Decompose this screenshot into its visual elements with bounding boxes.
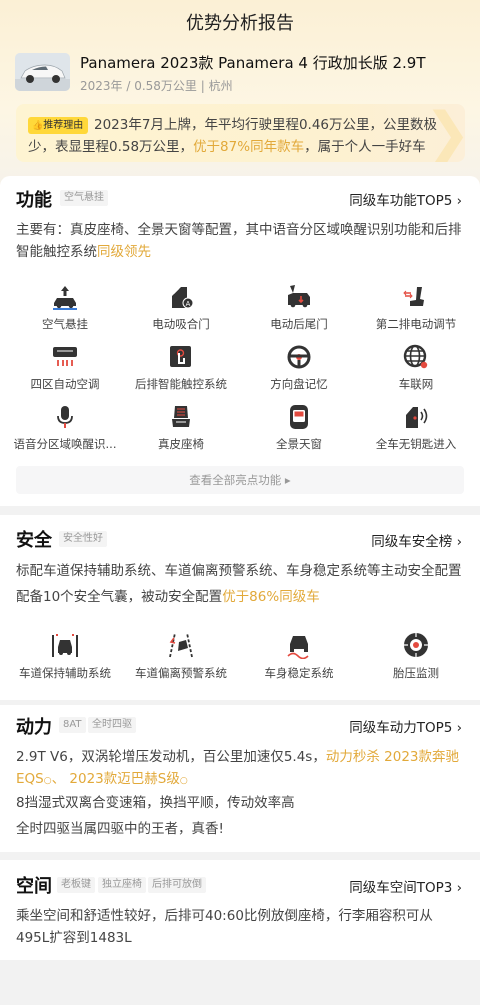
power-tailgate-icon [288, 285, 310, 308]
feature-item[interactable]: 全车无钥匙进入 [356, 404, 476, 452]
power-title: 动力 [16, 717, 52, 738]
feature-item[interactable]: 胎压监测 [356, 631, 476, 681]
safety-desc-2: 配备10个安全气囊，被动安全配置优于86%同级车 [16, 589, 320, 605]
sunroof-icon [290, 405, 308, 429]
lane-keep-icon [52, 634, 78, 657]
space-desc: 乘坐空间和舒适性较好，后排可40:60比例放倒座椅，行李厢容积可从495L扩容到… [16, 908, 433, 946]
air-suspension-icon [53, 286, 77, 310]
power-rank-link[interactable]: 同级车动力TOP5 › [349, 716, 462, 736]
lane-departure-icon [169, 632, 193, 658]
space-tag: 老板键 [57, 877, 95, 893]
page-title: 优势分析报告 [186, 13, 294, 34]
safety-desc-1: 标配车道保持辅助系统、车道偏离预警系统、车身稳定系统等主动安全配置 [16, 563, 462, 579]
function-desc: 主要有：真皮座椅、全景天窗等配置，其中语音分区域唤醒识别功能和后排智能触控系统同… [16, 222, 462, 260]
safety-title: 安全 [16, 530, 52, 551]
soft-close-door-icon: A [172, 287, 194, 309]
power-tag: 全时四驱 [88, 717, 136, 733]
steering-wheel-icon [287, 345, 311, 369]
feature-item[interactable]: 车道偏离预警系统 [121, 631, 241, 681]
power-seat-icon [403, 287, 424, 306]
safety-rank-link[interactable]: 同级车安全榜 › [371, 530, 462, 550]
view-all-features-button[interactable]: 查看全部亮点功能 ▸ [16, 466, 464, 494]
touch-control-icon [170, 346, 191, 367]
space-section: 空间 老板键 独立座椅 后排可放倒 同级车空间TOP3 › 乘坐空间和舒适性较好… [0, 860, 480, 960]
tire-pressure-icon [404, 633, 428, 657]
feature-item[interactable]: A 电动吸合门 [121, 284, 241, 332]
feature-item[interactable]: 真皮座椅 [121, 404, 241, 452]
car-title[interactable]: Panamera 2023款 Panamera 4 行政加长版 2.9T [80, 52, 426, 73]
leather-seat-icon [172, 406, 190, 427]
feature-item[interactable]: 电动后尾门 [239, 284, 359, 332]
recommend-text: 2023年7月上牌，年平均行驶里程0.46万公里，公里数极少，表显里程0.58万… [28, 117, 438, 155]
feature-item[interactable]: 方向盘记忆 [239, 344, 359, 392]
globe-icon [403, 344, 428, 369]
thumbs-up-icon: 👍 [32, 121, 44, 131]
feature-item[interactable]: 车联网 [356, 344, 476, 392]
space-tag: 独立座椅 [98, 877, 146, 893]
recommend-box: ❯ 2023年7月上牌，年平均行驶里程0.46万公里，公里数极少，表显里程0.5… [16, 104, 465, 162]
power-desc-2: 8挡湿式双离合变速箱，换挡平顺，传动效率高 [16, 795, 295, 811]
search-icon: ○ [43, 775, 52, 786]
keyless-entry-icon [406, 407, 428, 428]
stability-icon [287, 636, 309, 659]
search-icon: ○ [179, 775, 188, 786]
climate-icon [53, 347, 77, 366]
car-meta: 2023年 / 0.58万公里 | 杭州 [80, 79, 233, 93]
function-rank-link[interactable]: 同级车功能TOP5 › [349, 189, 462, 209]
microphone-icon [57, 406, 73, 428]
space-title: 空间 [16, 876, 52, 897]
function-title: 功能 [16, 190, 52, 211]
feature-item[interactable]: 车身稳定系统 [239, 631, 359, 681]
power-desc-3: 全时四驱当属四驱中的王者，真香! [16, 821, 224, 837]
space-tag: 后排可放倒 [148, 877, 206, 893]
function-tag: 空气悬挂 [60, 190, 108, 206]
space-rank-link[interactable]: 同级车空间TOP3 › [349, 876, 462, 896]
summary-header: 优势分析报告 Panamera 2023款 Panamera 4 行政加长版 2… [0, 0, 480, 185]
car-thumbnail[interactable] [15, 53, 70, 91]
safety-tag: 安全性好 [59, 531, 107, 547]
feature-item[interactable]: 全景天窗 [239, 404, 359, 452]
feature-item[interactable]: 语音分区域唤醒识... [5, 404, 125, 452]
feature-item[interactable]: 第二排电动调节 [356, 284, 476, 332]
power-section: 动力 8AT 全时四驱 同级车动力TOP5 › 2.9T V6，双涡轮增压发动机… [0, 705, 480, 852]
compare-link[interactable]: 2023款迈巴赫S级○ [69, 771, 187, 787]
svg-text:A: A [186, 301, 191, 308]
feature-item[interactable]: 后排智能触控系统 [121, 344, 241, 392]
feature-item[interactable]: 车道保持辅助系统 [5, 631, 125, 681]
safety-section: 安全 安全性好 同级车安全榜 › 标配车道保持辅助系统、车道偏离预警系统、车身稳… [0, 515, 480, 700]
feature-item[interactable]: 四区自动空调 [5, 344, 125, 392]
recommend-badge: 👍推荐理由 [28, 117, 89, 134]
power-desc-1: 2.9T V6，双涡轮增压发动机，百公里加速仅5.4s，动力秒杀 2023款奔驰… [16, 749, 459, 787]
function-section: 功能 空气悬挂 同级车功能TOP5 › 主要有：真皮座椅、全景天窗等配置，其中语… [0, 176, 480, 506]
power-tag: 8AT [59, 717, 86, 733]
feature-item[interactable]: 空气悬挂 [5, 284, 125, 332]
